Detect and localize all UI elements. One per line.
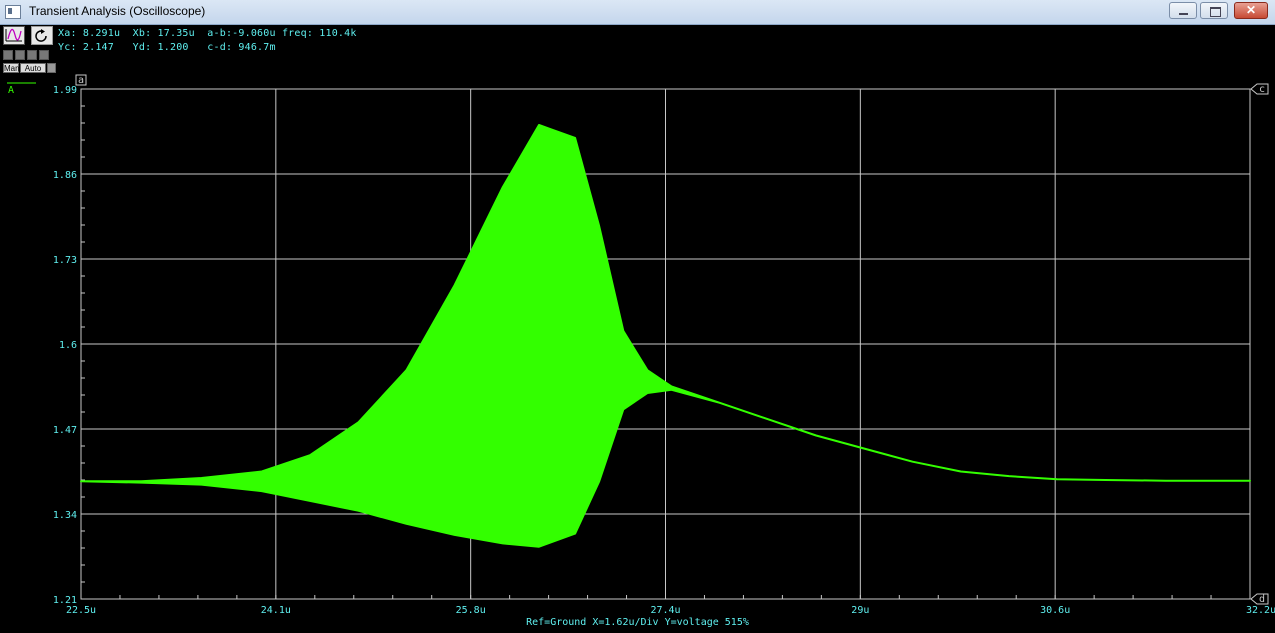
cursor-c-marker: c — [1250, 83, 1269, 95]
cursor-a-marker: a — [75, 74, 87, 86]
cursor-c-label: c — [1259, 84, 1265, 95]
plot-cursors: a c d — [75, 74, 1269, 605]
plot-axis-labels: 1.991.861.731.61.471.341.2122.5u 24.1u 25.… — [7, 82, 1275, 616]
x-tick-label: 25.8u — [456, 605, 486, 616]
oscilloscope-plot[interactable]: 1.991.861.731.61.471.341.2122.5u 24.1u 25.… — [0, 0, 1275, 633]
y-tick-label: 1.99 — [53, 85, 77, 96]
x-tick-label: 30.6u — [1040, 605, 1070, 616]
x-tick-label: 22.5u — [66, 605, 96, 616]
cursor-d-marker: d — [1250, 593, 1269, 605]
x-tick-label: 27.4u — [650, 605, 680, 616]
x-tick-label: 32.2u — [1246, 605, 1275, 616]
cursor-d-label: d — [1259, 594, 1265, 605]
y-tick-label: 1.86 — [53, 170, 77, 181]
status-bar: Ref=Ground X=1.62u/Div Y=voltage 515% — [526, 617, 749, 628]
y-tick-label: 1.73 — [53, 255, 77, 266]
plot-grid — [80, 88, 1251, 600]
x-tick-label: 24.1u — [261, 605, 291, 616]
x-tick-label: 29u — [851, 605, 869, 616]
y-tick-label: 1.47 — [53, 425, 77, 436]
y-tick-label: 1.34 — [53, 510, 77, 521]
trace-channel-label: A — [8, 85, 14, 96]
y-tick-label: 1.6 — [59, 340, 77, 351]
cursor-a-label: a — [78, 75, 84, 86]
